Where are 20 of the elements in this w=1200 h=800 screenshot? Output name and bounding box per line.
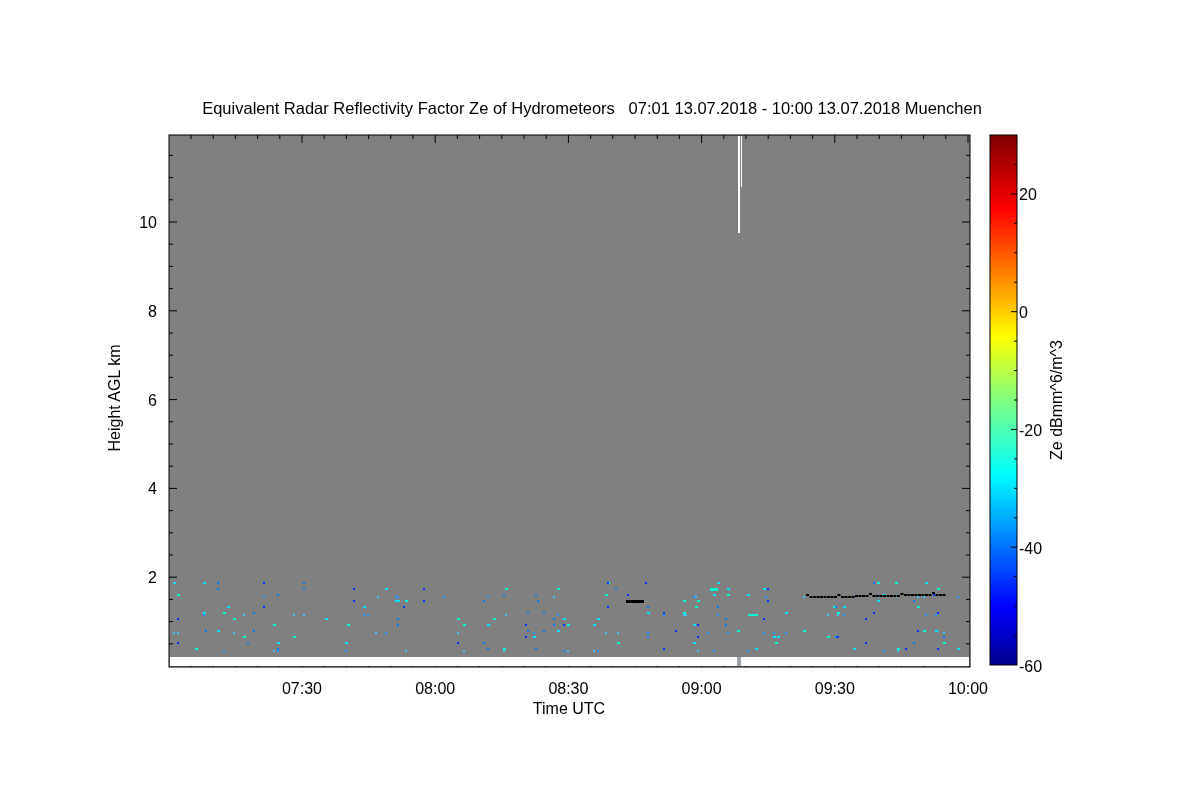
x-tick-label: 08:00 xyxy=(415,680,456,697)
colorbar-tick-label: -40 xyxy=(1019,540,1043,557)
x-tick-label: 09:00 xyxy=(681,680,722,697)
x-tick-label: 10:00 xyxy=(948,680,988,697)
y-tick-label: 6 xyxy=(148,391,157,409)
colorbar-tick-label: 20 xyxy=(1019,186,1037,203)
chart-title: Equivalent Radar Reflectivity Factor Ze of Hydrometeors 07:01 13.07.2018 - 10:00 13.07.2018 Muenchen xyxy=(202,99,982,117)
y-tick-label: 10 xyxy=(139,214,157,231)
y-tick-label: 4 xyxy=(148,480,157,498)
x-axis-label: Time UTC xyxy=(532,700,606,717)
y-tick-label: 8 xyxy=(148,302,157,320)
x-tick-label: 08:30 xyxy=(548,680,589,697)
colorbar-label: Ze dBmm^6/m^3 xyxy=(1048,340,1065,460)
colorbar-tick-label: -20 xyxy=(1019,422,1043,439)
y-tick-label: 2 xyxy=(148,569,157,587)
colorbar-tick-label: -60 xyxy=(1019,658,1043,675)
y-axis-label: Height AGL km xyxy=(106,344,123,452)
x-tick-label: 09:30 xyxy=(814,680,855,697)
x-tick-label: 07:30 xyxy=(282,680,322,697)
colorbar-tick-label: 0 xyxy=(1019,304,1028,321)
